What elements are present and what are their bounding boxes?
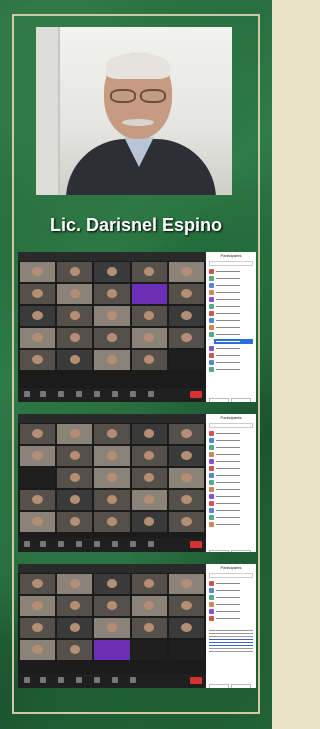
speaker-mustache xyxy=(122,119,154,126)
zoom-toolbar[interactable] xyxy=(18,538,206,552)
zoom-screenshot-2: Participants xyxy=(18,414,256,552)
zoom-screenshot-1: Participants xyxy=(18,252,256,402)
speaker-caption: Lic. Darisnel Espino xyxy=(49,215,223,235)
participants-panel: Participants xyxy=(206,414,256,552)
end-button[interactable] xyxy=(190,677,202,684)
video-grid xyxy=(20,574,204,660)
chat-panel xyxy=(209,630,253,654)
panel-buttons[interactable] xyxy=(209,390,253,402)
glasses-icon xyxy=(106,89,170,103)
participants-panel: Participants xyxy=(206,252,256,402)
participants-panel: Participants xyxy=(206,564,256,688)
panel-title: Participants xyxy=(220,415,242,420)
photo-door xyxy=(36,27,60,195)
video-grid xyxy=(20,424,204,532)
participant-search[interactable] xyxy=(209,423,253,428)
zoom-toolbar[interactable] xyxy=(18,674,206,688)
speaker-hair xyxy=(106,53,170,79)
panel-buttons[interactable] xyxy=(209,542,253,552)
speaker-photo xyxy=(36,27,232,195)
highlighted-participant[interactable] xyxy=(209,339,253,344)
zoom-toolbar[interactable] xyxy=(18,388,206,402)
panel-title: Participants xyxy=(220,253,242,258)
video-grid xyxy=(20,262,204,370)
participant-search[interactable] xyxy=(209,573,253,578)
panel-buttons[interactable] xyxy=(209,676,253,688)
end-button[interactable] xyxy=(190,541,202,548)
panel-title: Participants xyxy=(220,565,242,570)
end-button[interactable] xyxy=(190,391,202,398)
participant-search[interactable] xyxy=(209,261,253,266)
zoom-screenshot-3: Participants xyxy=(18,564,256,688)
